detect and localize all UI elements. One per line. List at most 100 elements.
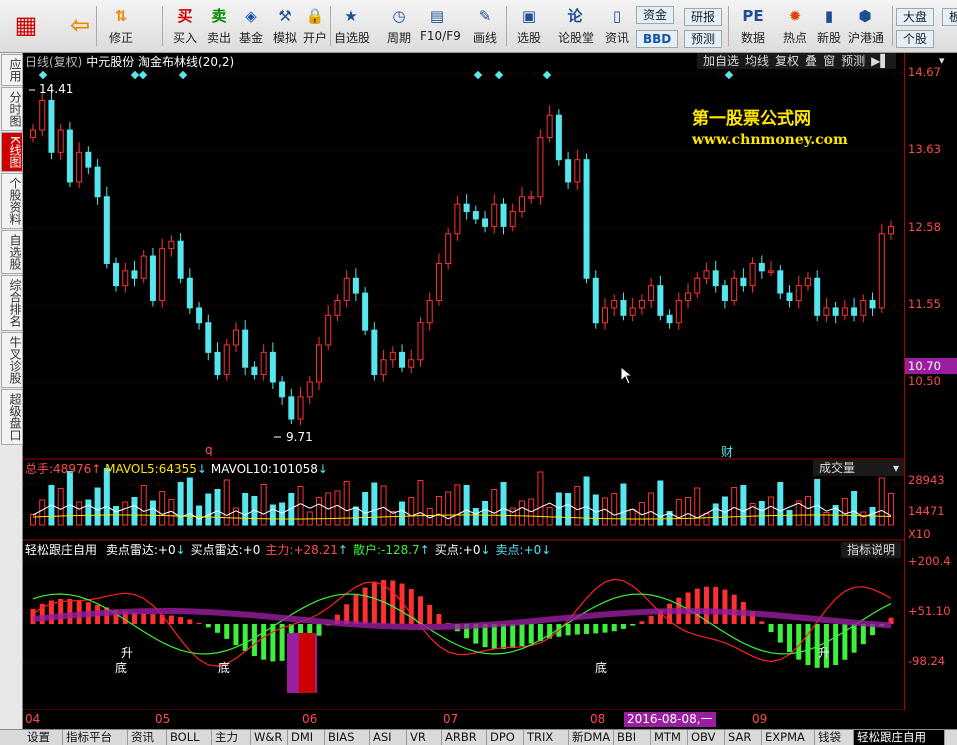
indicator-tab[interactable]: ARBR xyxy=(442,730,487,745)
line-type-label[interactable]: 日线(复权) xyxy=(25,55,82,69)
indicator-title[interactable]: 轻松跟庄自用 xyxy=(25,543,97,557)
volume-selector-value: 成交量 xyxy=(819,461,856,475)
toolbar-funds-button[interactable]: 资金 xyxy=(636,6,675,24)
toolbar-label: 沪港通 xyxy=(848,31,885,45)
toolbar-pen-button[interactable]: ✎ 画线 xyxy=(468,2,502,50)
candle-body xyxy=(389,351,396,361)
volume-bar xyxy=(417,480,424,526)
price-tick: 11.55 xyxy=(908,297,941,311)
mouse-cursor-icon xyxy=(620,366,634,385)
dropdown-arrow-icon[interactable]: ▾ xyxy=(939,54,945,67)
indicator-tab[interactable]: BIAS xyxy=(325,730,370,745)
indicator-tab[interactable]: DPO xyxy=(487,730,524,745)
add-favorite-button[interactable]: 加自选 xyxy=(703,54,739,68)
toolbar-back-arrow-button[interactable]: ⇦ xyxy=(60,2,100,50)
volume-bar xyxy=(316,497,322,526)
indicator-tab[interactable]: SAR xyxy=(725,730,762,745)
indicator-bar xyxy=(150,614,156,624)
toolbar-logo-button[interactable]: ▦ xyxy=(6,2,46,50)
back-arrow-icon: ⇦ xyxy=(69,11,91,39)
toolbar-hot-button[interactable]: ✹ 热点 xyxy=(778,2,812,50)
expand-panel-icon[interactable]: ▶▌ xyxy=(871,54,889,68)
toolbar-lock-button[interactable]: 🔒 开户 xyxy=(298,2,332,50)
indicator-tab[interactable]: 指标平台 xyxy=(63,730,128,745)
sidebar-item[interactable]: 应用 xyxy=(1,54,23,86)
sidebar-item[interactable]: 综合排名 xyxy=(1,274,23,331)
indicator-tab[interactable]: 钱袋 xyxy=(815,730,854,745)
indicator-tab[interactable]: BBI xyxy=(614,730,651,745)
sidebar-item[interactable]: 自选股 xyxy=(1,229,23,274)
indicator-bar xyxy=(242,624,248,652)
sidebar-item[interactable]: 超级盘口 xyxy=(1,388,23,445)
toolbar-fund-button[interactable]: ◈ 基金 xyxy=(234,2,268,50)
candle-body xyxy=(694,277,701,294)
toolbar-f10-button[interactable]: ▤ F10/F9 xyxy=(420,2,461,50)
toolbar-pe-button[interactable]: PE 数据 xyxy=(736,2,770,50)
toolbar-research-button[interactable]: 研报 xyxy=(684,8,723,26)
toolbar-forum-button[interactable]: 论论股堂 xyxy=(558,2,594,50)
overlay-button[interactable]: 叠 xyxy=(805,54,817,68)
volume-bar xyxy=(629,509,636,526)
indicator-tab[interactable]: OBV xyxy=(688,730,725,745)
indicator-tab[interactable]: BOLL xyxy=(167,730,212,745)
toolbar-bbd-button[interactable]: BBD xyxy=(636,30,679,48)
indicator-tab[interactable]: 资讯 xyxy=(128,730,167,745)
toolbar-clock-button[interactable]: ◷ 周期 xyxy=(382,2,416,50)
window-button[interactable]: 窗 xyxy=(823,54,835,68)
toolbar-board-button[interactable]: 板 xyxy=(942,8,957,26)
forecast-button[interactable]: 预测 xyxy=(841,54,865,68)
sidebar-item[interactable]: K线图 xyxy=(1,132,23,172)
candle-body xyxy=(122,270,129,287)
high-price-annotation: 14.41 xyxy=(39,82,74,96)
toolbar-news-button[interactable]: ▯ 资讯 xyxy=(600,2,634,50)
toolbar-star-button[interactable]: ★ 自选股 xyxy=(334,2,370,50)
indicator-bar xyxy=(620,624,626,629)
indicator-tab[interactable]: 轻松跟庄自用 xyxy=(854,730,945,745)
indicator-bar xyxy=(279,624,285,661)
toolbar-new-stock-button[interactable]: ▮ 新股 xyxy=(812,2,846,50)
indicator-tab[interactable]: EXPMA xyxy=(762,730,815,745)
sidebar-item[interactable]: 个股资料 xyxy=(1,172,23,229)
toolbar-single-button[interactable]: 个股 xyxy=(896,30,935,48)
volume-bar xyxy=(279,502,286,526)
indicator-help-button[interactable]: 指标说明 xyxy=(841,542,902,558)
indicator-name[interactable]: 淘金布林线(20,2) xyxy=(138,55,234,69)
toolbar-hammer-button[interactable]: ⚒ 模拟 xyxy=(268,2,302,50)
sidebar-item[interactable]: 分时图 xyxy=(1,87,23,131)
toolbar-select-stock-button[interactable]: ▣ 选股 xyxy=(512,2,546,50)
volume-bar xyxy=(518,500,525,526)
volume-selector[interactable]: 成交量 ▾ xyxy=(813,460,905,476)
toolbar-forecast-button[interactable]: 预测 xyxy=(684,30,723,48)
indicator-tab[interactable]: VR xyxy=(407,730,442,745)
toolbar-sell-button[interactable]: 卖卖出 xyxy=(202,2,236,50)
toolbar-up-down-arrow-button[interactable]: ⇅ 修正 xyxy=(104,2,138,50)
indicator-tab[interactable]: TRIX xyxy=(524,730,569,745)
indicator-bar xyxy=(694,588,700,624)
indicator-tab[interactable]: ASI xyxy=(370,730,407,745)
restore-rights-button[interactable]: 复权 xyxy=(775,54,799,68)
chart-area[interactable]: 日线(复权) 中元股份 淘金布林线(20,2) 加自选 均线 复权叠窗预测 ▶▌ 第一… xyxy=(23,53,905,710)
toolbar-market-button[interactable]: 大盘 xyxy=(896,8,935,26)
volume-bar xyxy=(648,492,655,526)
toolbar-buy-button[interactable]: 买买入 xyxy=(168,2,202,50)
ma-button[interactable]: 均线 xyxy=(745,54,769,68)
indicator-bar xyxy=(648,615,654,624)
indicator-tab[interactable]: 主力 xyxy=(212,730,251,745)
indicator-tab[interactable]: W&R xyxy=(251,730,288,745)
indicator-bar xyxy=(842,624,848,660)
indicator-tab[interactable]: 新DMA xyxy=(569,730,614,745)
indicator-tab[interactable]: 设置 xyxy=(24,730,63,745)
main-toolbar: ▦ ⇦ ⇅ 修正 买买入卖卖出 ◈ 基金 ⚒ 模拟 🔒 开户 ★ 自选股 ◷ 周期 ▤ F10/F9 ✎ 画线 ▣ 选股… xyxy=(0,0,957,53)
candle-body xyxy=(269,351,276,383)
toolbar-sse-hkex-button[interactable]: ⬢ 沪港通 xyxy=(848,2,885,50)
indicator-value: +0 xyxy=(242,543,261,557)
indicator-bar xyxy=(639,621,645,624)
sidebar-item[interactable]: 牛叉诊股 xyxy=(1,331,23,388)
volume-bar xyxy=(140,485,147,526)
indicator-tab[interactable]: DMI xyxy=(288,730,325,745)
candle-body xyxy=(242,329,249,368)
chart-canvas[interactable] xyxy=(23,53,904,710)
candle-body xyxy=(685,292,692,301)
mavol5-arrow: ↓ xyxy=(196,462,207,476)
indicator-tab[interactable]: MTM xyxy=(651,730,688,745)
